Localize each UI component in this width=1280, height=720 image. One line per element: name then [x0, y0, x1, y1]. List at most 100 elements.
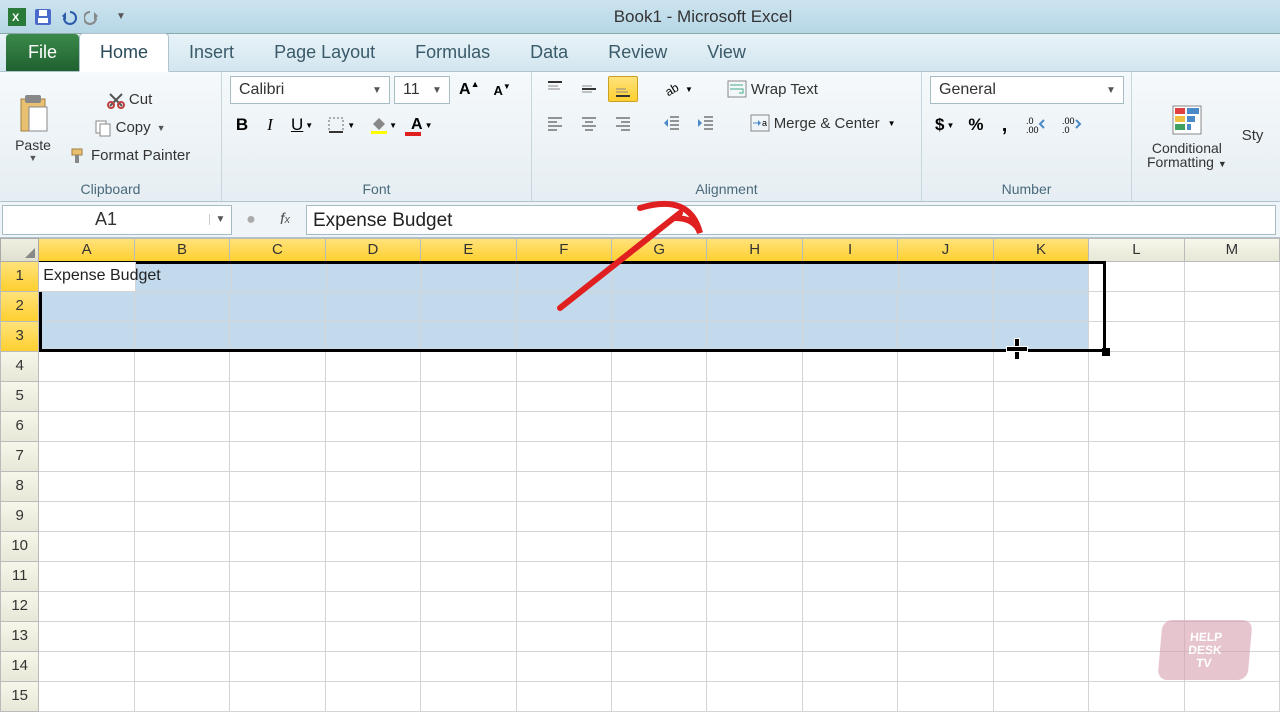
cell[interactable]: [230, 622, 325, 652]
save-icon[interactable]: [32, 6, 54, 28]
align-top-button[interactable]: [540, 76, 570, 102]
bold-button[interactable]: B: [230, 112, 254, 138]
tab-view[interactable]: View: [687, 34, 766, 71]
cell[interactable]: [707, 382, 802, 412]
row-header[interactable]: 14: [0, 652, 39, 682]
cell[interactable]: [135, 322, 230, 352]
column-header[interactable]: M: [1185, 238, 1280, 262]
cell[interactable]: [1089, 412, 1184, 442]
tab-formulas[interactable]: Formulas: [395, 34, 510, 71]
cell[interactable]: [1185, 352, 1280, 382]
cell[interactable]: [421, 622, 516, 652]
cell[interactable]: [803, 622, 898, 652]
column-header[interactable]: D: [326, 238, 421, 262]
underline-button[interactable]: U▼: [286, 112, 318, 138]
cell[interactable]: [707, 532, 802, 562]
cell[interactable]: [708, 262, 803, 292]
cell[interactable]: [803, 262, 898, 292]
cell[interactable]: [803, 592, 898, 622]
cell[interactable]: [421, 322, 516, 352]
cell[interactable]: [230, 562, 325, 592]
cell[interactable]: [517, 502, 612, 532]
cell[interactable]: [1185, 592, 1280, 622]
align-center-button[interactable]: [574, 110, 604, 136]
cell[interactable]: [518, 262, 613, 292]
undo-icon[interactable]: [58, 6, 80, 28]
column-header[interactable]: J: [898, 238, 993, 262]
cell[interactable]: [39, 292, 134, 322]
comma-button[interactable]: ,: [993, 112, 1017, 138]
cell[interactable]: [39, 502, 134, 532]
cell[interactable]: [39, 532, 134, 562]
cell[interactable]: [421, 382, 516, 412]
column-header[interactable]: B: [135, 238, 230, 262]
cell[interactable]: [39, 382, 134, 412]
cell[interactable]: [517, 382, 612, 412]
cell[interactable]: [994, 352, 1089, 382]
cell[interactable]: [421, 682, 516, 712]
cell[interactable]: [994, 502, 1089, 532]
cell[interactable]: [994, 622, 1089, 652]
cell[interactable]: [230, 412, 325, 442]
column-header[interactable]: G: [612, 238, 707, 262]
column-header[interactable]: A: [39, 238, 134, 262]
cell[interactable]: [326, 532, 421, 562]
decrease-indent-button[interactable]: [657, 110, 687, 136]
cell[interactable]: [612, 442, 707, 472]
cell[interactable]: [230, 442, 325, 472]
cell[interactable]: [135, 292, 230, 322]
cell[interactable]: [803, 682, 898, 712]
row-header[interactable]: 10: [0, 532, 39, 562]
cell[interactable]: [994, 592, 1089, 622]
cell[interactable]: [39, 412, 134, 442]
column-header[interactable]: H: [707, 238, 802, 262]
tab-review[interactable]: Review: [588, 34, 687, 71]
cell[interactable]: [898, 412, 993, 442]
cell[interactable]: [517, 592, 612, 622]
cell[interactable]: [1089, 532, 1184, 562]
row-header[interactable]: 3: [0, 322, 39, 352]
cell[interactable]: [39, 352, 134, 382]
cell[interactable]: [612, 322, 707, 352]
cell[interactable]: [326, 292, 421, 322]
column-header[interactable]: K: [994, 238, 1089, 262]
cell[interactable]: [994, 562, 1089, 592]
cell[interactable]: [1185, 532, 1280, 562]
cell[interactable]: [135, 592, 230, 622]
cell[interactable]: [994, 682, 1089, 712]
cell[interactable]: [898, 292, 993, 322]
name-box[interactable]: A1 ▼: [2, 205, 232, 235]
cell[interactable]: [1089, 592, 1184, 622]
cell[interactable]: [327, 262, 422, 292]
formula-input[interactable]: Expense Budget: [306, 205, 1276, 235]
cell[interactable]: [707, 472, 802, 502]
format-painter-button[interactable]: Format Painter: [64, 143, 195, 169]
font-name-combo[interactable]: Calibri ▼: [230, 76, 390, 104]
cell[interactable]: [612, 472, 707, 502]
cell[interactable]: [517, 472, 612, 502]
cell[interactable]: [612, 352, 707, 382]
cell[interactable]: [230, 292, 325, 322]
cell[interactable]: [135, 472, 230, 502]
cell[interactable]: [1185, 322, 1280, 352]
cell[interactable]: [612, 562, 707, 592]
cell[interactable]: [421, 592, 516, 622]
cell[interactable]: [1185, 412, 1280, 442]
cell[interactable]: [612, 502, 707, 532]
row-header[interactable]: 11: [0, 562, 39, 592]
decrease-font-button[interactable]: A▼: [488, 77, 515, 103]
cell[interactable]: [707, 412, 802, 442]
cell[interactable]: [898, 472, 993, 502]
cell[interactable]: [135, 352, 230, 382]
cell[interactable]: [612, 382, 707, 412]
cell[interactable]: [326, 592, 421, 622]
select-all-button[interactable]: [0, 238, 39, 262]
tab-home[interactable]: Home: [79, 33, 169, 72]
cell[interactable]: [517, 292, 612, 322]
cancel-icon[interactable]: ●: [238, 207, 264, 233]
column-header[interactable]: E: [421, 238, 516, 262]
cell[interactable]: [898, 442, 993, 472]
cell[interactable]: [135, 562, 230, 592]
file-tab[interactable]: File: [6, 34, 79, 71]
border-button[interactable]: ▼: [322, 112, 360, 138]
